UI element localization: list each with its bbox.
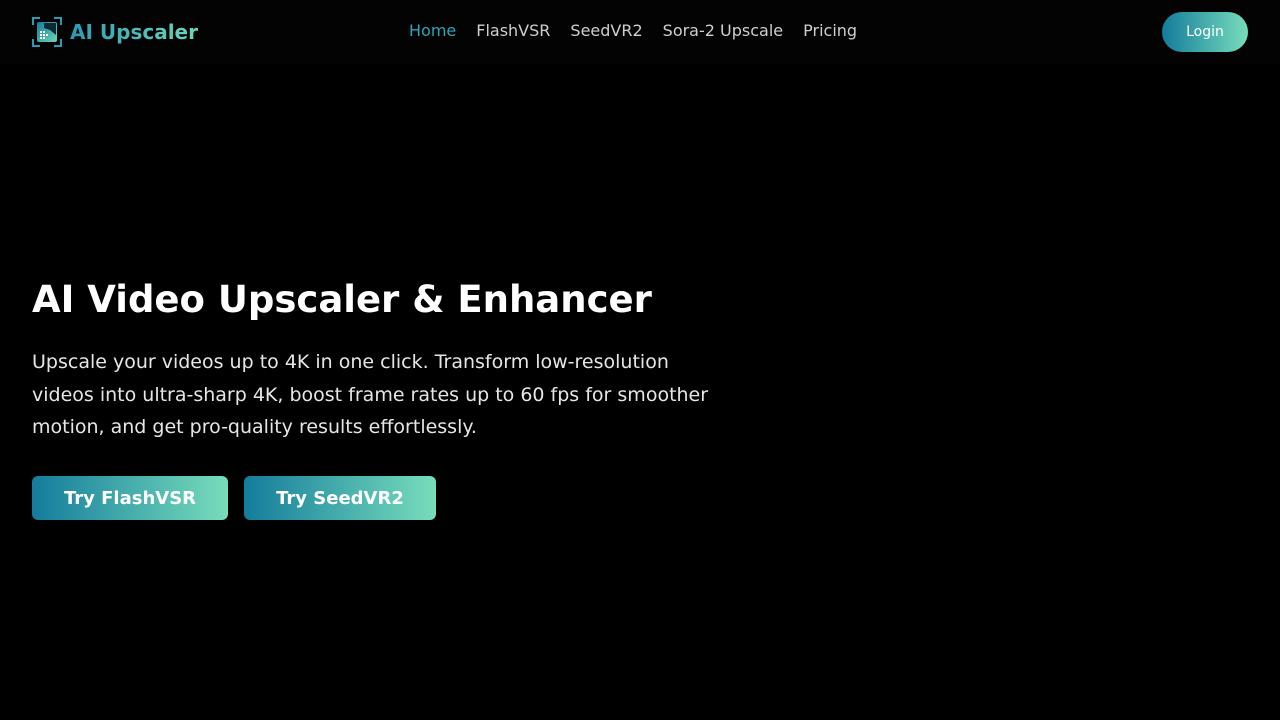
nav-item-home[interactable]: Home [409,21,456,41]
hero-description: Upscale your videos up to 4K in one clic… [32,351,709,438]
brand-name: AI Upscaler [70,17,198,47]
hero-cta-group: Try FlashVSR Try SeedVR2 [32,476,436,520]
brand-logo-link[interactable]: AI Upscaler [32,17,198,47]
hero-section: AI Video Upscaler & Enhancer Upscale you… [32,276,752,444]
hero-title: AI Video Upscaler & Enhancer [32,278,652,321]
nav-item-sora-2-upscale[interactable]: Sora-2 Upscale [663,21,783,41]
try-flashvsr-button[interactable]: Try FlashVSR [32,476,228,520]
top-navbar: AI Upscaler Home FlashVSR SeedVR2 Sora-2… [0,0,1280,64]
image-enhance-icon [32,17,62,47]
try-seedvr2-button[interactable]: Try SeedVR2 [244,476,436,520]
nav-item-pricing[interactable]: Pricing [803,21,857,41]
nav-item-seedvr2[interactable]: SeedVR2 [570,21,642,41]
nav-item-flashvsr[interactable]: FlashVSR [476,21,550,41]
login-button[interactable]: Login [1162,12,1248,52]
main-nav: Home FlashVSR SeedVR2 Sora-2 Upscale Pri… [409,21,857,41]
